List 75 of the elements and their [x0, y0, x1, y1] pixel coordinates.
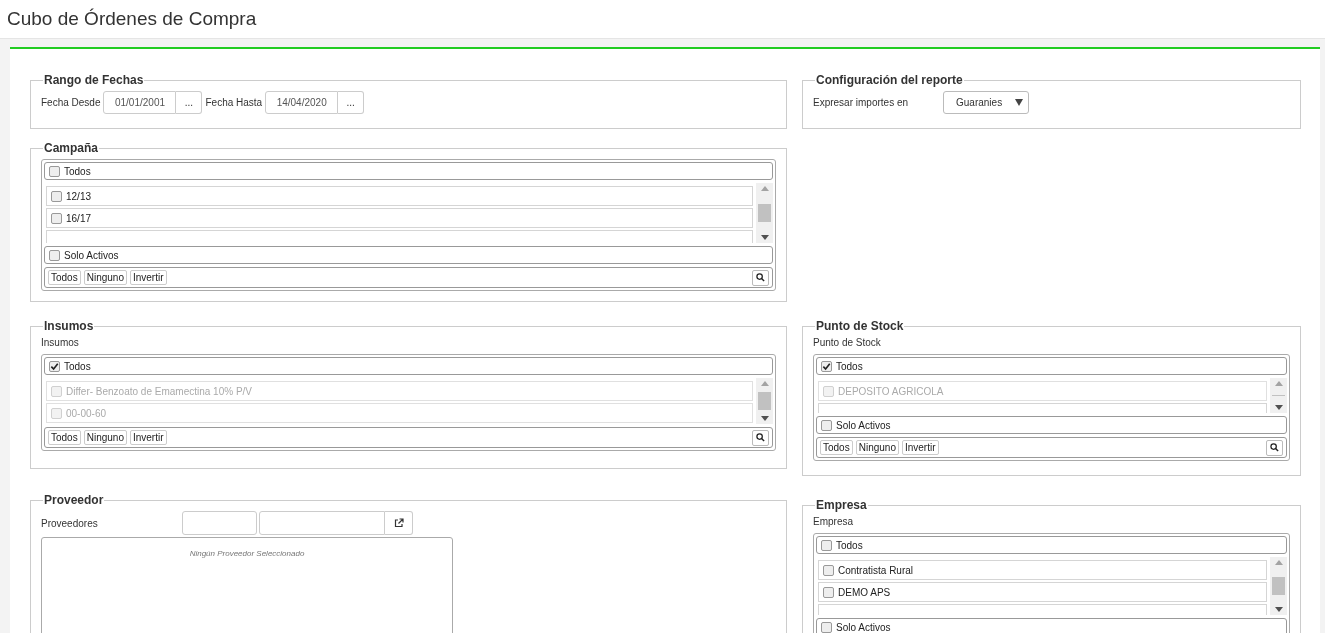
select-button[interactable]: Invertir — [901, 440, 939, 455]
search-button[interactable] — [752, 269, 769, 286]
select-button[interactable]: Invertir — [129, 270, 167, 285]
date-picker-button[interactable]: ... — [338, 91, 365, 114]
checkbox-row[interactable]: Solo Activos — [816, 416, 1287, 434]
list-item[interactable]: Contratista Rural — [818, 560, 1267, 580]
date-field[interactable]: 14/04/2020 — [265, 91, 339, 114]
section-legend: Configuración del reporte — [815, 71, 964, 89]
open-button[interactable] — [385, 511, 413, 535]
checkbox-row[interactable]: Solo Activos — [44, 246, 773, 264]
currency-select[interactable]: Guaranies — [943, 91, 1029, 114]
empty-message: Ningún Proveedor Seleccionado — [189, 549, 305, 558]
scroll-down-icon[interactable] — [760, 416, 769, 421]
select-button[interactable]: Invertir — [129, 430, 167, 445]
checkbox[interactable] — [49, 249, 60, 261]
field-label: Insumos — [41, 336, 80, 350]
field-label: Fecha Hasta — [205, 96, 263, 110]
scroll-up-icon[interactable] — [1274, 381, 1283, 386]
field-label: Expresar importes en — [813, 96, 910, 110]
checkbox[interactable] — [821, 360, 832, 372]
scrollbar[interactable] — [1270, 557, 1287, 615]
scroll-down-icon[interactable] — [1274, 607, 1283, 612]
select-button[interactable]: Todos — [48, 430, 81, 445]
external-link-icon — [393, 518, 404, 528]
name-field[interactable] — [259, 511, 385, 535]
search-icon — [756, 433, 765, 442]
select-button[interactable]: Todos — [48, 270, 81, 285]
scroll-up-icon[interactable] — [760, 186, 769, 191]
section-legend: Punto de Stock — [815, 317, 905, 335]
search-icon — [756, 273, 765, 282]
select-button[interactable]: Ninguno — [855, 440, 899, 455]
scroll-up-icon[interactable] — [1274, 560, 1283, 565]
scrollbar[interactable] — [756, 183, 773, 243]
checkbox-row[interactable]: Solo Activos — [816, 618, 1287, 633]
section-legend: Rango de Fechas — [43, 71, 145, 89]
checkbox-row[interactable]: Todos — [44, 357, 773, 375]
checkbox[interactable] — [821, 621, 832, 633]
field-label: Proveedores — [41, 516, 99, 531]
field-label: Punto de Stock — [813, 336, 882, 350]
scrollbar[interactable] — [756, 378, 773, 424]
select-button[interactable]: Ninguno — [83, 270, 127, 285]
section-legend: Proveedor — [43, 491, 105, 509]
checkbox-row[interactable]: Todos — [816, 536, 1287, 554]
code-field[interactable] — [182, 511, 257, 535]
caret-icon — [1015, 99, 1023, 106]
checkbox-row[interactable]: Todos — [816, 357, 1287, 375]
checkbox-row[interactable]: Todos — [44, 162, 773, 180]
list-item[interactable]: 12/13 — [46, 186, 753, 206]
page-title: Cubo de Órdenes de Compra — [7, 6, 257, 31]
search-button[interactable] — [752, 429, 769, 446]
scroll-down-icon[interactable] — [1274, 405, 1283, 410]
checkbox[interactable] — [51, 212, 62, 224]
select-button[interactable]: Ninguno — [83, 430, 127, 445]
select-button[interactable]: Todos — [820, 440, 853, 455]
search-icon — [1270, 443, 1279, 452]
list-item[interactable]: DEMO APS — [818, 582, 1267, 602]
checkbox[interactable] — [821, 419, 832, 431]
field-label: Empresa — [813, 515, 854, 529]
section-legend: Empresa — [815, 496, 868, 514]
checkbox[interactable] — [823, 564, 834, 576]
checkbox[interactable] — [49, 360, 60, 372]
scrollbar[interactable] — [1270, 378, 1287, 413]
list-item[interactable]: 16/17 — [46, 208, 753, 228]
date-picker-button[interactable]: ... — [176, 91, 203, 114]
checkbox[interactable] — [823, 586, 834, 598]
search-button[interactable] — [1266, 439, 1283, 456]
scroll-up-icon[interactable] — [760, 381, 769, 386]
checkbox[interactable] — [51, 190, 62, 202]
scroll-down-icon[interactable] — [760, 235, 769, 240]
checkbox[interactable] — [49, 165, 60, 177]
field-label: Fecha Desde — [41, 96, 101, 110]
section-legend: Insumos — [43, 317, 95, 335]
section-legend: Campaña — [43, 139, 100, 157]
date-field[interactable]: 01/01/2001 — [103, 91, 177, 114]
checkbox[interactable] — [821, 539, 832, 551]
